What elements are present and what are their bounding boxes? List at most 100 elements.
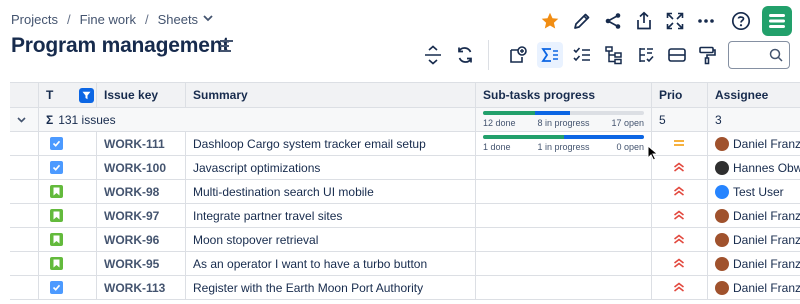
issue-key-link[interactable]: WORK-100	[104, 161, 166, 175]
hierarchy-icon[interactable]	[601, 42, 627, 68]
priority-cell[interactable]	[652, 204, 708, 227]
summary-text: Javascript optimizations	[193, 160, 321, 175]
group-prio-sum: 5	[652, 108, 708, 131]
priority-cell[interactable]	[652, 276, 708, 299]
type-cell	[39, 180, 97, 203]
table-row[interactable]: WORK-113 Register with the Earth Moon Por…	[10, 276, 800, 300]
summary-cell[interactable]: Multi-destination search UI mobile	[186, 180, 476, 203]
assignee-cell[interactable]: Test User	[708, 180, 800, 203]
row-handle[interactable]	[10, 252, 39, 275]
search-input[interactable]	[733, 42, 773, 66]
priority-cell[interactable]	[652, 180, 708, 203]
assignee-cell[interactable]: Daniel Franz	[708, 204, 800, 227]
star-icon[interactable]	[537, 8, 563, 34]
search-box[interactable]	[728, 41, 790, 69]
issue-key-cell[interactable]: WORK-111	[97, 132, 186, 155]
type-cell	[39, 204, 97, 227]
group-toggle[interactable]	[10, 108, 39, 131]
fullscreen-icon[interactable]	[662, 8, 688, 34]
header-select[interactable]	[10, 83, 39, 107]
assignee-cell[interactable]: Daniel Franz	[708, 228, 800, 251]
assignee-cell[interactable]: Daniel Franz	[708, 252, 800, 275]
table-row[interactable]: WORK-97 Integrate partner travel sites Dan…	[10, 204, 800, 228]
sum-icon[interactable]	[537, 42, 563, 68]
priority-cell[interactable]	[652, 132, 708, 155]
table-row[interactable]: WORK-95 As an operator I want to have a t…	[10, 252, 800, 276]
table-row[interactable]: WORK-98 Multi-destination search UI mobil…	[10, 180, 800, 204]
breadcrumb-projects[interactable]: Projects	[11, 12, 58, 27]
app-logo[interactable]	[762, 6, 792, 36]
issue-key-link[interactable]: WORK-96	[104, 233, 159, 247]
help-icon[interactable]	[728, 8, 754, 34]
issue-key-link[interactable]: WORK-111	[104, 137, 165, 151]
table-row[interactable]: WORK-96 Moon stopover retrieval Daniel Fra…	[10, 228, 800, 252]
avatar	[715, 280, 729, 295]
issue-key-link[interactable]: WORK-98	[104, 185, 159, 199]
row-handle[interactable]	[10, 132, 39, 155]
summary-cell[interactable]: As an operator I want to have a turbo bu…	[186, 252, 476, 275]
header-subtasks-progress[interactable]: Sub-tasks progress	[476, 83, 652, 107]
issue-key-link[interactable]: WORK-113	[104, 281, 165, 295]
progress-done-label: 12 done	[483, 118, 516, 128]
assignee-cell[interactable]: Daniel Franz	[708, 132, 800, 155]
summary-cell[interactable]: Integrate partner travel sites	[186, 204, 476, 227]
header-summary[interactable]: Summary	[186, 83, 476, 107]
row-handle[interactable]	[10, 156, 39, 179]
card-view-icon[interactable]	[664, 42, 690, 68]
page-title: Program management	[11, 34, 230, 57]
assignee-name: Daniel Franz	[733, 280, 800, 295]
row-handle[interactable]	[10, 204, 39, 227]
subtasks-progress-cell	[476, 180, 652, 203]
filter-icon[interactable]	[79, 88, 94, 103]
row-handle[interactable]	[10, 276, 39, 299]
chevron-down-icon[interactable]	[17, 116, 26, 123]
checklist-icon[interactable]	[569, 42, 595, 68]
collapse-expand-icon[interactable]	[420, 42, 446, 68]
progress-open-label: 0 open	[616, 142, 644, 152]
summary-cell[interactable]: Moon stopover retrieval	[186, 228, 476, 251]
format-paint-icon[interactable]	[694, 42, 720, 68]
type-cell	[39, 132, 97, 155]
row-handle[interactable]	[10, 228, 39, 251]
assignee-cell[interactable]: Daniel Franz	[708, 276, 800, 299]
assignee-cell[interactable]: Hannes Obwe	[708, 156, 800, 179]
assignee-name: Daniel Franz	[733, 256, 800, 271]
refresh-icon[interactable]	[452, 42, 478, 68]
avatar	[715, 232, 729, 247]
issue-key-link[interactable]: WORK-97	[104, 209, 159, 223]
summary-cell[interactable]: Javascript optimizations	[186, 156, 476, 179]
subtasks-progress-cell	[476, 276, 652, 299]
table-row[interactable]: WORK-111 Dashloop Cargo system tracker em…	[10, 132, 800, 156]
header-priority[interactable]: Prio	[652, 83, 708, 107]
export-icon[interactable]	[631, 8, 657, 34]
more-icon[interactable]	[693, 8, 719, 34]
issue-key-cell[interactable]: WORK-98	[97, 180, 186, 203]
edit-pencil-icon[interactable]	[569, 8, 595, 34]
add-record-icon[interactable]	[505, 42, 531, 68]
progress-done-label: 1 done	[483, 142, 511, 152]
view-menu-icon[interactable]	[220, 40, 233, 52]
table-row[interactable]: WORK-100 Javascript optimizations Hannes O…	[10, 156, 800, 180]
sorted-list-icon[interactable]	[633, 42, 659, 68]
priority-cell[interactable]	[652, 156, 708, 179]
summary-text: Dashloop Cargo system tracker email setu…	[193, 136, 426, 151]
issue-key-link[interactable]: WORK-95	[104, 257, 159, 271]
issue-key-cell[interactable]: WORK-100	[97, 156, 186, 179]
header-assignee[interactable]: Assignee	[708, 83, 800, 107]
summary-cell[interactable]: Register with the Earth Moon Port Author…	[186, 276, 476, 299]
subtasks-progress-cell: 1 done 1 in progress 0 open	[476, 132, 652, 155]
issue-key-cell[interactable]: WORK-97	[97, 204, 186, 227]
header-type[interactable]: T	[39, 83, 97, 107]
issue-key-cell[interactable]: WORK-95	[97, 252, 186, 275]
chevron-down-icon[interactable]	[203, 14, 213, 25]
priority-cell[interactable]	[652, 228, 708, 251]
breadcrumb-sheets[interactable]: Sheets	[158, 12, 198, 27]
issue-key-cell[interactable]: WORK-96	[97, 228, 186, 251]
row-handle[interactable]	[10, 180, 39, 203]
breadcrumb-fine-work[interactable]: Fine work	[80, 12, 136, 27]
issue-key-cell[interactable]: WORK-113	[97, 276, 186, 299]
priority-cell[interactable]	[652, 252, 708, 275]
header-issue-key[interactable]: Issue key	[97, 83, 186, 107]
share-icon[interactable]	[600, 8, 626, 34]
summary-cell[interactable]: Dashloop Cargo system tracker email setu…	[186, 132, 476, 155]
